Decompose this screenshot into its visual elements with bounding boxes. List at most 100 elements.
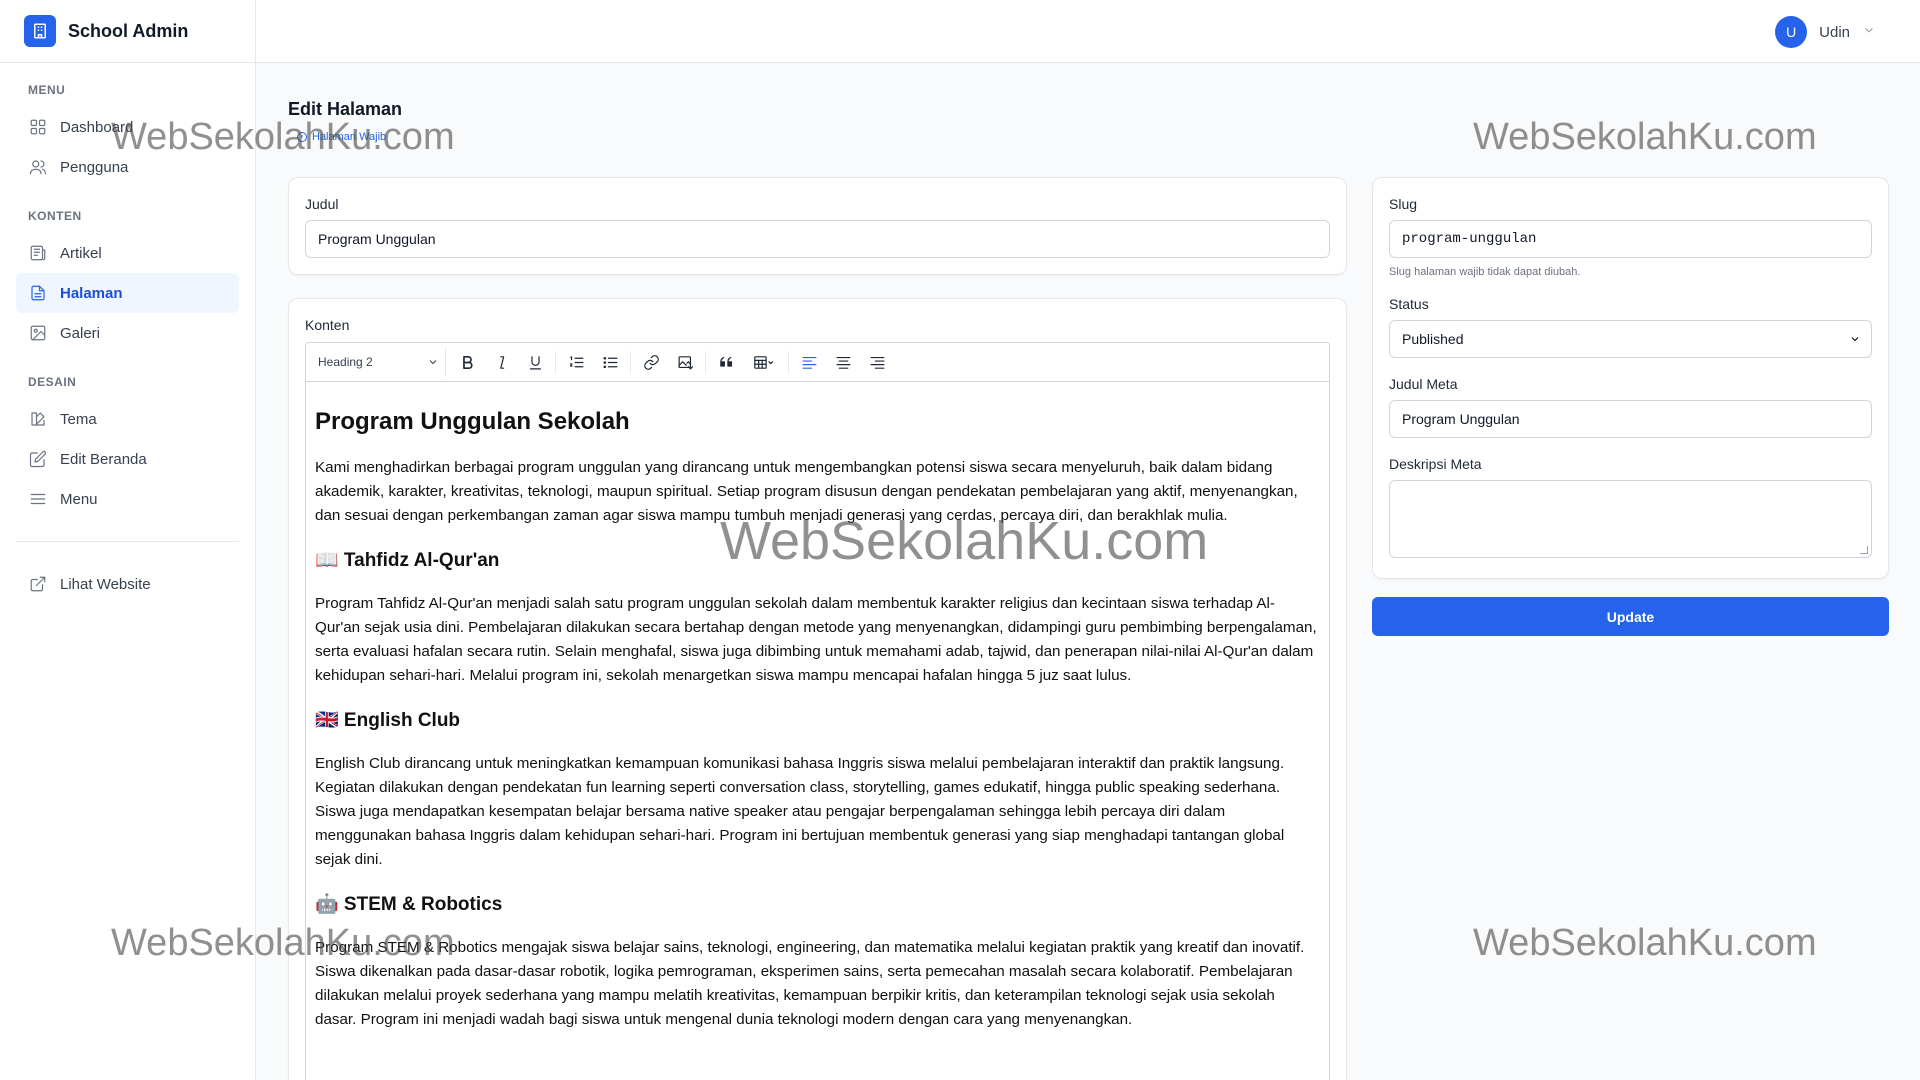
- status-select-value: Published: [1402, 331, 1464, 347]
- nav-section-konten: KONTEN: [28, 209, 82, 223]
- brand-title: School Admin: [68, 20, 189, 41]
- top-bar: U Udin: [256, 0, 1920, 63]
- users-icon: [28, 157, 48, 177]
- toolbar-separator: [788, 351, 789, 373]
- status-field: Status Published: [1389, 296, 1872, 358]
- content-intro: Kami menghadirkan berbagai program unggu…: [315, 459, 1298, 524]
- insert-image-button[interactable]: [670, 347, 700, 377]
- align-right-icon: [870, 356, 884, 369]
- align-left-icon: [802, 356, 816, 369]
- sidebar-item-pengguna[interactable]: Pengguna: [16, 147, 239, 187]
- content-heading: Program Unggulan Sekolah: [315, 408, 630, 435]
- update-button[interactable]: Update: [1372, 597, 1889, 636]
- sidebar-item-dashboard[interactable]: Dashboard: [16, 107, 239, 147]
- sidebar-item-label: Edit Beranda: [60, 450, 147, 468]
- bullet-list-button[interactable]: [595, 347, 625, 377]
- bold-icon: [462, 355, 473, 369]
- nav-section-desain: DESAIN: [28, 375, 77, 389]
- sidebar-item-galeri[interactable]: Galeri: [16, 313, 239, 353]
- heading-select[interactable]: Heading 2: [312, 347, 446, 377]
- section-title: 🇬🇧 English Club: [315, 710, 461, 731]
- meta-title-field: Judul Meta Program Unggulan: [1389, 376, 1872, 438]
- sidebar-item-edit-beranda[interactable]: Edit Beranda: [16, 439, 239, 479]
- underline-icon: [529, 355, 541, 369]
- slug-help-text: Slug halaman wajib tidak dapat diubah.: [1389, 266, 1581, 278]
- status-badge: Halaman Wajib: [296, 131, 386, 143]
- sidebar-divider: [16, 541, 239, 542]
- sidebar-item-tema[interactable]: Tema: [16, 399, 239, 439]
- toolbar-separator: [630, 351, 631, 373]
- section-title: 📖 Tahfidz Al-Qur'an: [315, 550, 500, 571]
- align-center-button[interactable]: [828, 347, 858, 377]
- numbered-list-icon: [569, 355, 583, 367]
- sidebar-item-label: Pengguna: [60, 158, 129, 176]
- palette-icon: [28, 409, 48, 429]
- quote-icon: [719, 356, 732, 367]
- heading-select-value: Heading 2: [318, 355, 373, 369]
- slug-field: Slug program-unggulan Slug halaman wajib…: [1389, 196, 1872, 278]
- chevron-down-icon: [1862, 23, 1876, 42]
- section-body: English Club dirancang untuk meningkatka…: [315, 755, 1285, 868]
- section-body: Program Tahfidz Al-Qur'an menjadi salah …: [315, 595, 1317, 684]
- underline-button[interactable]: [520, 347, 550, 377]
- sidebar-item-label: Halaman: [60, 284, 123, 302]
- content-label: Konten: [305, 317, 350, 333]
- info-circle-icon: [297, 132, 307, 142]
- sidebar-item-artikel[interactable]: Artikel: [16, 233, 239, 273]
- sidebar-item-label: Artikel: [60, 244, 102, 262]
- school-building-icon: [24, 15, 56, 47]
- brand[interactable]: School Admin: [0, 0, 255, 63]
- link-button[interactable]: [636, 347, 666, 377]
- editor-content-area[interactable]: Program Unggulan Sekolah Kami menghadirk…: [305, 382, 1330, 1080]
- document-icon: [28, 283, 48, 303]
- meta-card: Slug program-unggulan Slug halaman wajib…: [1372, 177, 1889, 579]
- sidebar-item-label: Menu: [60, 490, 98, 508]
- user-menu[interactable]: U Udin: [1775, 16, 1876, 48]
- title-label: Judul: [305, 196, 339, 212]
- sidebar-item-halaman[interactable]: Halaman: [16, 273, 239, 313]
- watermark-text: WebSekolahKu.com: [1473, 922, 1817, 964]
- status-select[interactable]: Published: [1389, 320, 1872, 358]
- menu-bars-icon: [28, 489, 48, 509]
- content-card: Konten Heading 2 Program Unggulan Sekola…: [288, 298, 1347, 1080]
- resize-handle[interactable]: [1860, 546, 1868, 554]
- align-center-icon: [836, 356, 850, 369]
- sidebar-item-menu[interactable]: Menu: [16, 479, 239, 519]
- meta-title-input[interactable]: Program Unggulan: [1389, 400, 1872, 438]
- meta-description-field: Deskripsi Meta: [1389, 456, 1872, 558]
- sidebar-item-label: Galeri: [60, 324, 101, 342]
- table-icon: [754, 355, 774, 369]
- section-body: Program STEM & Robotics mengajak siswa b…: [315, 939, 1305, 1028]
- link-icon: [643, 354, 659, 370]
- align-left-button[interactable]: [794, 347, 824, 377]
- chevron-down-icon: [429, 360, 437, 365]
- align-right-button[interactable]: [862, 347, 892, 377]
- insert-table-button[interactable]: [745, 347, 783, 377]
- sidebar-item-lihat-website[interactable]: Lihat Website: [16, 564, 239, 604]
- bullet-list-icon: [603, 356, 617, 368]
- title-card: Judul Program Unggulan: [288, 177, 1347, 275]
- dashboard-grid-icon: [28, 117, 48, 137]
- italic-button[interactable]: [486, 347, 516, 377]
- numbered-list-button[interactable]: [561, 347, 591, 377]
- badge-label: Halaman Wajib: [312, 131, 387, 143]
- sidebar: School Admin MENU Dashboard Pengguna KON…: [0, 0, 256, 1080]
- external-link-icon: [28, 574, 48, 594]
- slug-label: Slug: [1389, 196, 1418, 212]
- newspaper-icon: [28, 243, 48, 263]
- title-input[interactable]: Program Unggulan: [305, 220, 1330, 258]
- user-name: Udin: [1819, 23, 1850, 41]
- image-icon: [28, 323, 48, 343]
- italic-icon: [499, 355, 504, 369]
- watermark-text: WebSekolahKu.com: [1473, 116, 1817, 158]
- slug-input[interactable]: program-unggulan: [1389, 220, 1872, 258]
- blockquote-button[interactable]: [711, 347, 741, 377]
- chevron-down-icon: [1851, 337, 1859, 342]
- toolbar-separator: [705, 351, 706, 373]
- insert-image-icon: [678, 355, 693, 369]
- meta-description-textarea[interactable]: [1389, 480, 1872, 558]
- meta-title-label: Judul Meta: [1389, 376, 1458, 392]
- section-title: 🤖 STEM & Robotics: [315, 894, 503, 915]
- toolbar-separator: [555, 351, 556, 373]
- bold-button[interactable]: [452, 347, 482, 377]
